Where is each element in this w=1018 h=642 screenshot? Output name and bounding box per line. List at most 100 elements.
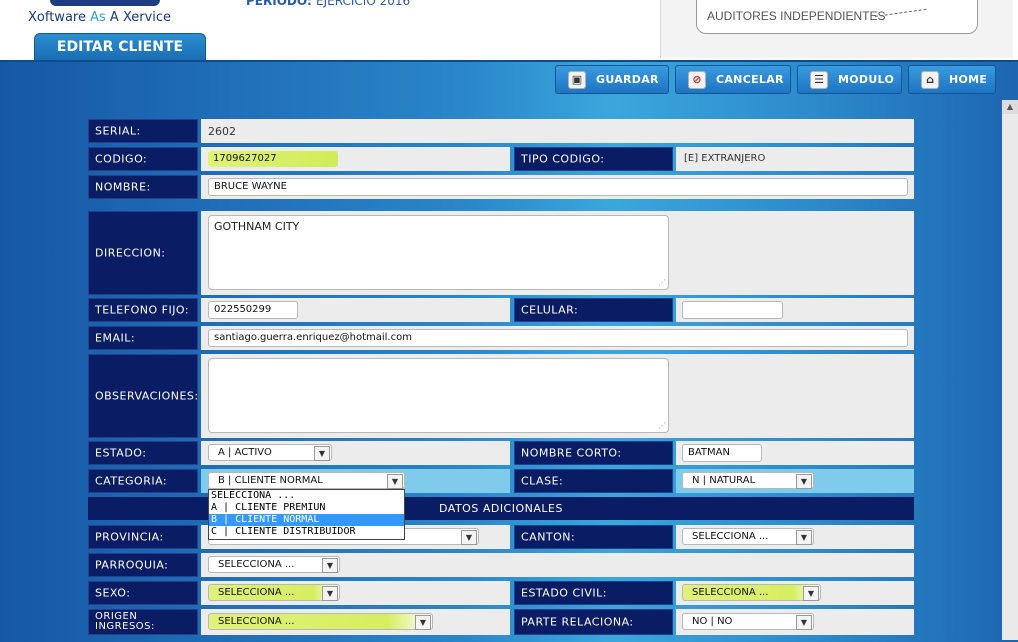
codigo-field[interactable]: 1709627027 [208, 151, 338, 167]
resize-grip-icon[interactable]: ⋰ [658, 278, 666, 287]
brand-text: AUDITORES INDEPENDIENTES [707, 9, 886, 23]
modulo-label: MODULO [838, 73, 895, 86]
tagline-ervice: ervice [131, 10, 172, 25]
sexo-label-text: SEXO: [95, 586, 131, 600]
serial-label-text: SERIAL: [95, 124, 141, 138]
origen-select[interactable]: SELECCIONA ... ▼ [208, 613, 433, 630]
canton-label: CANTON: [514, 525, 673, 549]
guardar-button[interactable]: ▣ GUARDAR [555, 65, 669, 94]
telefono-label-text: TELEFONO FIJO: [95, 303, 190, 317]
direccion-label: DIRECCION: [88, 211, 198, 295]
save-icon: ▣ [568, 71, 586, 89]
resize-grip-icon[interactable]: ⋰ [658, 421, 666, 430]
categoria-value: B | CLIENTE NORMAL [218, 475, 323, 486]
scroll-up-icon[interactable]: ▲ [1002, 100, 1018, 114]
direccion-field[interactable]: GOTHNAM CITY ⋰ [208, 215, 669, 290]
celular-label-text: CELULAR: [521, 303, 579, 317]
parroquia-label: PARROQUIA: [88, 553, 198, 577]
email-field[interactable]: santiago.guerra.enriquez@hotmail.com [208, 329, 908, 347]
chevron-down-icon[interactable]: ▼ [796, 474, 812, 489]
direccion-label-text: DIRECCION: [95, 246, 166, 260]
chevron-down-icon[interactable]: ▼ [796, 615, 812, 630]
home-button[interactable]: ⌂ HOME [908, 65, 996, 94]
chevron-down-icon[interactable]: ▼ [322, 558, 338, 573]
cancelar-label: CANCELAR [716, 73, 784, 86]
tab-editar-cliente[interactable]: EDITAR CLIENTE [34, 33, 206, 60]
clase-label: CLASE: [514, 469, 673, 493]
serial-cell [201, 119, 914, 143]
tagline-s: s [99, 10, 110, 25]
header: Xoftware As A Xervice PERIODO: EJERCICIO… [0, 0, 1018, 60]
parte-select[interactable]: NO | NO ▼ [682, 613, 814, 630]
parroquia-select[interactable]: SELECCIONA ... ▼ [208, 556, 340, 573]
parroquia-value: SELECCIONA ... [218, 559, 295, 570]
sexo-label: SEXO: [88, 581, 198, 605]
tagline-x1: X [28, 10, 37, 25]
nombre-corto-label-text: NOMBRE CORTO: [521, 446, 622, 460]
estado-label-text: ESTADO: [95, 446, 147, 460]
nombre-corto-field[interactable]: BATMAN [682, 444, 762, 462]
celular-field[interactable] [682, 301, 783, 319]
chevron-down-icon[interactable]: ▼ [461, 530, 477, 545]
nombre-label: NOMBRE: [88, 175, 198, 199]
serial-label: SERIAL: [88, 119, 198, 143]
modulo-button[interactable]: ☰ MODULO [797, 65, 902, 94]
home-label: HOME [949, 73, 988, 86]
home-icon: ⌂ [921, 71, 939, 89]
nombre-corto-label: NOMBRE CORTO: [514, 441, 673, 465]
codigo-label-text: CODIGO: [95, 152, 148, 166]
guardar-label: GUARDAR [596, 73, 659, 86]
provincia-label-text: PROVINCIA: [95, 530, 164, 544]
estado-label: ESTADO: [88, 441, 198, 465]
canton-select[interactable]: SELECCIONA ... ▼ [682, 528, 814, 545]
chevron-down-icon[interactable]: ▼ [415, 615, 431, 630]
tagline: Xoftware As A Xervice [28, 10, 171, 25]
scrollbar[interactable]: ▲ [1002, 100, 1018, 640]
chevron-down-icon[interactable]: ▼ [322, 586, 338, 601]
categoria-dropdown-list: SELECCIONA ... A | CLIENTE PREMIUN B | C… [208, 489, 405, 540]
periodo: PERIODO: EJERCICIO 2016 [246, 0, 410, 8]
chevron-down-icon[interactable]: ▼ [796, 530, 812, 545]
brand-panel: AUDITORES INDEPENDIENTES [660, 0, 1013, 58]
clase-label-text: CLASE: [521, 474, 564, 488]
estado-civil-select[interactable]: SELECCIONA ... ▼ [682, 584, 821, 601]
dropdown-option[interactable]: A | CLIENTE PREMIUN [209, 502, 404, 514]
tipo-codigo-label: TIPO CODIGO: [514, 147, 673, 171]
telefono-field[interactable]: 022550299 [208, 301, 298, 319]
direccion-value: GOTHNAM CITY [214, 220, 300, 233]
observaciones-label-text: OBSERVACIONES: [95, 389, 199, 403]
observaciones-field[interactable]: ⋰ [208, 358, 669, 433]
dropdown-option[interactable]: C | CLIENTE DISTRIBUIDOR [209, 526, 404, 538]
tagline-a2: A [109, 10, 123, 25]
tagline-a1: A [90, 10, 99, 25]
serial-value: 2602 [208, 125, 236, 138]
chevron-down-icon[interactable]: ▼ [387, 474, 403, 489]
module-icon: ☰ [810, 71, 828, 89]
telefono-label: TELEFONO FIJO: [88, 298, 198, 322]
sexo-select[interactable]: SELECCIONA ... ▼ [208, 584, 340, 601]
origen-value: SELECCIONA ... [218, 616, 295, 627]
estado-civil-label-text: ESTADO CIVIL: [521, 586, 607, 600]
tagline-oftware: oftware [36, 10, 91, 25]
email-label: EMAIL: [88, 326, 198, 350]
canton-label-text: CANTON: [521, 530, 576, 544]
chevron-down-icon[interactable]: ▼ [314, 446, 330, 461]
dropdown-option[interactable]: SELECCIONA ... [209, 490, 404, 502]
observaciones-label: OBSERVACIONES: [88, 354, 198, 438]
cancelar-button[interactable]: ⊘ CANCELAR [675, 65, 791, 94]
nombre-label-text: NOMBRE: [95, 180, 151, 194]
estado-value: A | ACTIVO [218, 447, 272, 458]
canton-value: SELECCIONA ... [692, 531, 769, 542]
clase-select[interactable]: N | NATURAL ▼ [682, 472, 814, 489]
estado-select[interactable]: A | ACTIVO ▼ [208, 444, 332, 461]
parroquia-label-text: PARROQUIA: [95, 558, 169, 572]
chevron-down-icon[interactable]: ▼ [803, 586, 819, 601]
dropdown-option-selected[interactable]: B | CLIENTE NORMAL [209, 514, 404, 526]
sexo-value: SELECCIONA ... [218, 587, 295, 598]
brand-logo: AUDITORES INDEPENDIENTES [696, 0, 978, 34]
codigo-label: CODIGO: [88, 147, 198, 171]
nombre-field[interactable]: BRUCE WAYNE [208, 178, 908, 196]
categoria-select[interactable]: B | CLIENTE NORMAL ▼ [208, 472, 405, 489]
parte-value: NO | NO [692, 616, 733, 627]
email-label-text: EMAIL: [95, 331, 136, 345]
